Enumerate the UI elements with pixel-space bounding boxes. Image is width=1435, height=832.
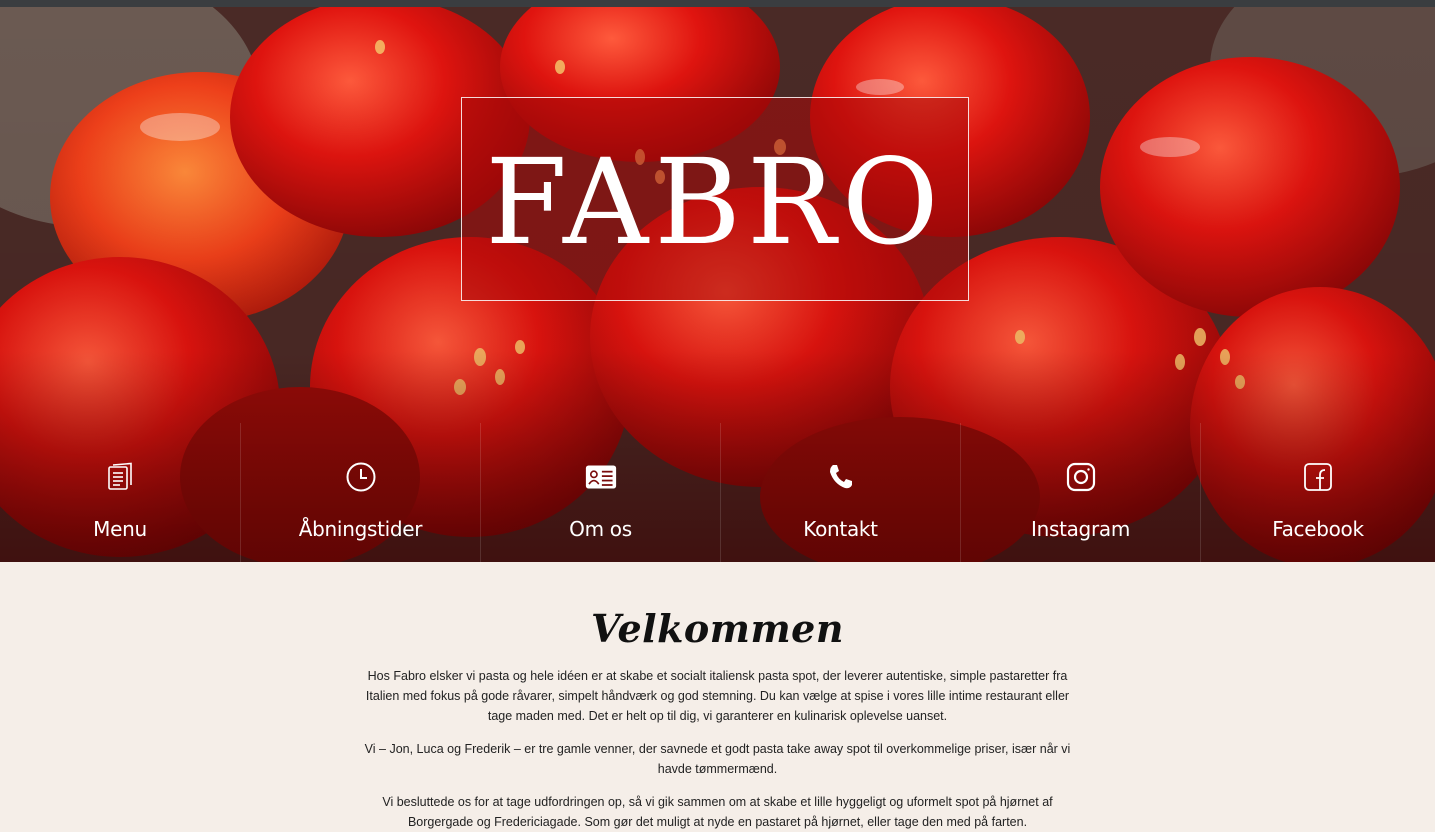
founders-paragraph: Vi – Jon, Luca og Frederik – er tre gaml… — [364, 742, 1071, 776]
menu-card-icon — [108, 462, 132, 490]
nav-item-menu[interactable]: Menu — [0, 423, 240, 562]
hero-banner: FABRO Menu Åbningstider Om os Kontakt In… — [0, 7, 1435, 562]
nav-item-facebook[interactable]: Facebook — [1200, 423, 1435, 562]
nav-label-menu: Menu — [93, 517, 147, 541]
facebook-icon — [1304, 463, 1332, 491]
nav-item-instagram[interactable]: Instagram — [960, 423, 1200, 562]
clock-icon — [346, 462, 375, 492]
nav-item-contact[interactable]: Kontakt — [720, 423, 960, 562]
instagram-icon — [1066, 462, 1095, 492]
logo-wordmark: FABRO — [485, 133, 945, 271]
nav-label-about: Om os — [569, 517, 632, 541]
nav-label-opening-hours: Åbningstider — [298, 517, 423, 541]
nav-label-instagram: Instagram — [1030, 517, 1131, 541]
intro-paragraph: Hos Fabro elsker vi pasta og hele idéen … — [365, 669, 1070, 723]
location-paragraph: Vi besluttede os for at tage udfordringe… — [382, 795, 1053, 829]
phone-icon — [829, 465, 852, 489]
welcome-heading: Velkommen — [590, 606, 844, 651]
nav-item-opening-hours[interactable]: Åbningstider — [240, 423, 480, 562]
nav-label-facebook: Facebook — [1272, 517, 1364, 541]
top-bar — [0, 0, 1435, 7]
main-navigation: Menu Åbningstider Om os Kontakt Instagra… — [0, 423, 1435, 562]
logo-box[interactable]: FABRO — [461, 97, 969, 301]
nav-item-about[interactable]: Om os — [480, 423, 720, 562]
welcome-section: Velkommen Hos Fabro elsker vi pasta og h… — [0, 562, 1435, 829]
nav-label-contact: Kontakt — [803, 517, 878, 541]
contact-card-icon — [585, 465, 616, 489]
